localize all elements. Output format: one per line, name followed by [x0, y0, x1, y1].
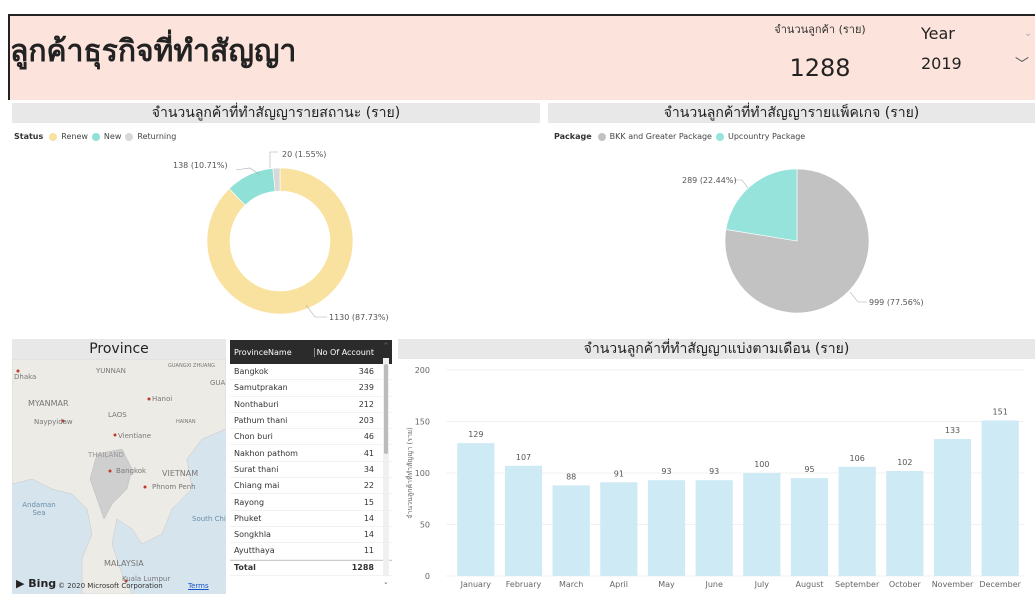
y-tick-label: 100 — [415, 469, 430, 478]
bar-november[interactable] — [933, 439, 972, 576]
bar-october[interactable] — [886, 470, 924, 576]
y-tick-label: 0 — [425, 572, 430, 581]
bar-value-label: 95 — [804, 465, 814, 474]
x-tick-label: June — [704, 580, 723, 589]
bar-april[interactable] — [600, 482, 638, 576]
dashboard: ลูกค้าธุรกิจที่ทำสัญญา จำนวนลูกค้า (ราย)… — [0, 0, 1035, 594]
bar-value-label: 106 — [850, 454, 865, 463]
bar-value-label: 102 — [897, 458, 912, 467]
x-tick-label: September — [835, 580, 880, 589]
y-tick-label: 50 — [420, 521, 430, 530]
bar-july[interactable] — [743, 473, 781, 576]
bar-december[interactable] — [981, 420, 1019, 576]
bar-value-label: 88 — [566, 472, 576, 481]
bar-value-label: 100 — [754, 460, 769, 469]
x-tick-label: April — [610, 580, 628, 589]
y-axis-label: จำนวนลูกค้าที่ทำสัญญา (ราย) — [405, 427, 414, 519]
bar-value-label: 133 — [945, 426, 960, 435]
bar-value-label: 129 — [468, 430, 483, 439]
bar-september[interactable] — [838, 466, 876, 576]
bar-august[interactable] — [790, 478, 829, 576]
bar-february[interactable] — [504, 465, 543, 576]
x-tick-label: October — [889, 580, 922, 589]
bar-may[interactable] — [647, 480, 686, 576]
bar-value-label: 93 — [709, 467, 719, 476]
bar-value-label: 107 — [516, 453, 531, 462]
bar-march[interactable] — [552, 485, 590, 576]
x-tick-label: August — [796, 580, 824, 589]
x-tick-label: July — [754, 580, 770, 589]
bar-value-label: 91 — [614, 469, 624, 478]
bar-value-label: 93 — [661, 467, 671, 476]
x-tick-label: May — [658, 580, 675, 589]
x-tick-label: November — [932, 580, 974, 589]
bar-value-label: 151 — [993, 407, 1008, 416]
y-tick-label: 150 — [415, 418, 430, 427]
y-tick-label: 200 — [415, 366, 430, 375]
x-tick-label: January — [460, 580, 492, 589]
x-tick-label: December — [979, 580, 1021, 589]
bar-january[interactable] — [457, 443, 495, 576]
monthly-bar-chart: 050100150200จำนวนลูกค้าที่ทำสัญญา (ราย) 1… — [405, 366, 1024, 589]
bar-june[interactable] — [695, 480, 733, 576]
x-tick-label: February — [506, 580, 542, 589]
x-tick-label: March — [559, 580, 583, 589]
